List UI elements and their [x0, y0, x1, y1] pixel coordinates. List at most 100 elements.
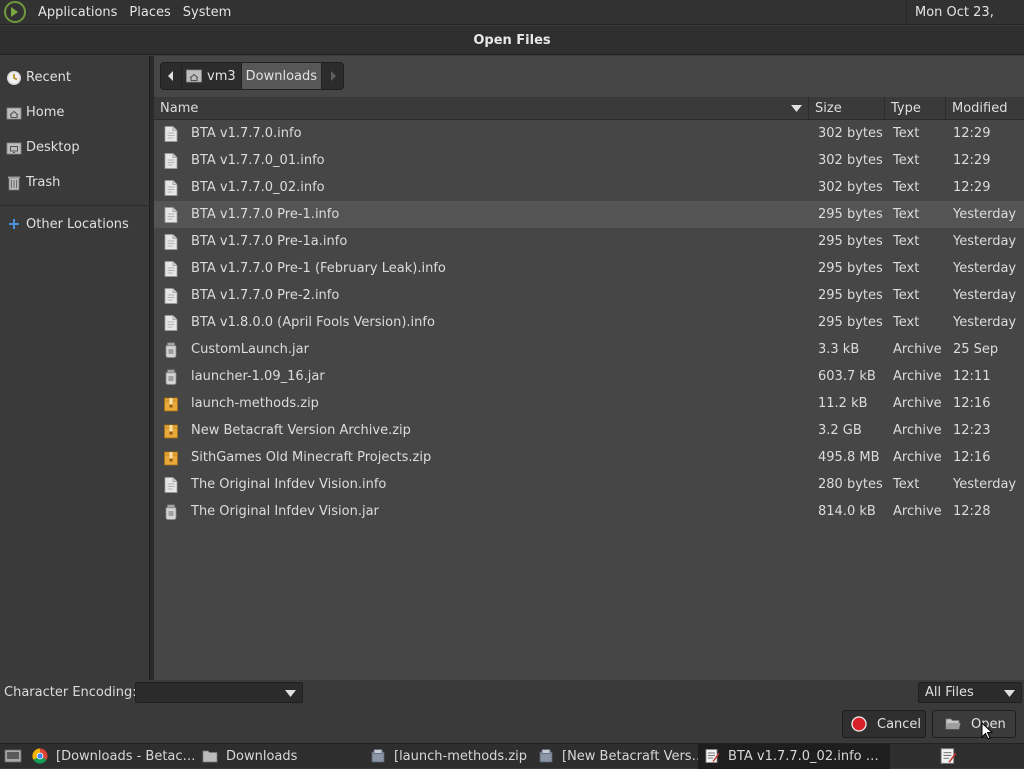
- path-segment-vm3[interactable]: vm3: [182, 62, 242, 90]
- task-item-label: [launch-methods.zip ]: [394, 748, 532, 764]
- file-name-cell: CustomLaunch.jar: [154, 341, 809, 358]
- archive-manager-icon: [539, 749, 553, 763]
- file-type: Archive: [893, 450, 942, 465]
- task-item-chrome[interactable]: [Downloads - Betac…: [26, 744, 196, 769]
- file-size: 11.2 kB: [818, 396, 868, 411]
- file-size: 302 bytes: [818, 180, 883, 195]
- file-name: BTA v1.7.7.0_02.info: [191, 180, 325, 195]
- file-name-cell: BTA v1.8.0.0 (April Fools Version).info: [154, 314, 809, 331]
- sidebar-item-other-locations[interactable]: Other Locations: [0, 209, 149, 239]
- sidebar-item-label: Home: [26, 105, 65, 120]
- file-type: Text: [893, 315, 920, 330]
- text-file-icon: [164, 260, 178, 277]
- encoding-dropdown[interactable]: [135, 682, 303, 703]
- dialog-actions: Character Encoding: All Files Cancel Ope…: [0, 680, 1024, 742]
- mate-logo-icon[interactable]: [4, 1, 26, 23]
- column-header-modified[interactable]: Modified: [946, 97, 1024, 119]
- file-row[interactable]: BTA v1.7.7.0.info 302 bytes Text 12:29: [154, 120, 1024, 147]
- file-name: The Original Infdev Vision.info: [191, 477, 387, 492]
- file-row[interactable]: BTA v1.7.7.0_02.info 302 bytes Text 12:29: [154, 174, 1024, 201]
- file-row[interactable]: BTA v1.7.7.0_01.info 302 bytes Text 12:29: [154, 147, 1024, 174]
- file-filter-dropdown[interactable]: All Files: [918, 682, 1022, 703]
- file-row[interactable]: BTA v1.7.7.0 Pre-1a.info 295 bytes Text Yes…: [154, 228, 1024, 255]
- sidebar-item-label: Recent: [26, 70, 71, 85]
- file-modified: Yesterday: [953, 261, 1017, 276]
- text-file-icon: [164, 152, 178, 169]
- file-name: BTA v1.7.7.0 Pre-2.info: [191, 288, 340, 303]
- sidebar-item-trash[interactable]: Trash: [0, 165, 149, 200]
- file-size: 302 bytes: [818, 126, 883, 141]
- task-item-editor-launcher[interactable]: [934, 744, 962, 769]
- task-item-betacraft[interactable]: [New Betacraft Vers…: [532, 744, 698, 769]
- column-headers: Name Size Type Modified: [154, 97, 1024, 120]
- chevron-down-icon: [1004, 690, 1015, 697]
- menu-system[interactable]: System: [177, 0, 237, 25]
- main-pane: vm3 Downloads Name Size Type Modified BT…: [154, 56, 1024, 680]
- file-row[interactable]: BTA v1.7.7.0 Pre-2.info 295 bytes Text Yest…: [154, 282, 1024, 309]
- folder-icon: [202, 750, 218, 763]
- file-size: 280 bytes: [818, 477, 883, 492]
- chrome-icon: [32, 748, 48, 764]
- column-header-size[interactable]: Size: [809, 97, 885, 119]
- file-name: BTA v1.7.7.0.info: [191, 126, 302, 141]
- file-name-cell: BTA v1.7.7.0 Pre-1.info: [154, 206, 809, 223]
- file-row[interactable]: The Original Infdev Vision.jar 814.0 kB Ar…: [154, 498, 1024, 525]
- file-name-cell: New Betacraft Version Archive.zip: [154, 423, 809, 439]
- file-row[interactable]: launcher-1.09_16.jar 603.7 kB Archive 12:11: [154, 363, 1024, 390]
- file-name: CustomLaunch.jar: [191, 342, 309, 357]
- show-desktop-icon: [4, 749, 22, 763]
- file-name: New Betacraft Version Archive.zip: [191, 423, 411, 438]
- cancel-button[interactable]: Cancel: [842, 710, 926, 738]
- file-row[interactable]: CustomLaunch.jar 3.3 kB Archive 25 Sep: [154, 336, 1024, 363]
- file-list: Name Size Type Modified BTA v1.7.7.0.inf…: [154, 97, 1024, 680]
- sidebar-item-desktop[interactable]: Desktop: [0, 130, 149, 165]
- jar-file-icon: [165, 503, 177, 520]
- file-row[interactable]: BTA v1.7.7.0 Pre-1.info 295 bytes Text Yest…: [154, 201, 1024, 228]
- taskbar: [Downloads - Betac… Downloads [launch-me…: [0, 743, 1024, 769]
- file-modified: Yesterday: [953, 477, 1017, 492]
- file-row[interactable]: BTA v1.7.7.0 Pre-1 (February Leak).info 2…: [154, 255, 1024, 282]
- path-segment-downloads[interactable]: Downloads: [241, 62, 323, 90]
- file-rows: BTA v1.7.7.0.info 302 bytes Text 12:29 BTA v…: [154, 120, 1024, 525]
- menu-applications[interactable]: Applications: [32, 0, 123, 25]
- file-row[interactable]: launch-methods.zip 11.2 kB Archive 12:16: [154, 390, 1024, 417]
- file-name: BTA v1.7.7.0 Pre-1.info: [191, 207, 340, 222]
- file-size: 603.7 kB: [818, 369, 876, 384]
- file-name: launch-methods.zip: [191, 396, 319, 411]
- file-type: Text: [893, 126, 920, 141]
- file-row[interactable]: New Betacraft Version Archive.zip 3.2 GB A…: [154, 417, 1024, 444]
- task-item-text-editor[interactable]: BTA v1.7.7.0_02.info …: [698, 743, 890, 769]
- file-name-cell: launcher-1.09_16.jar: [154, 368, 809, 385]
- file-row[interactable]: BTA v1.8.0.0 (April Fools Version).info 2…: [154, 309, 1024, 336]
- column-header-type[interactable]: Type: [885, 97, 946, 119]
- desktop-folder-icon: [6, 142, 22, 154]
- column-header-name[interactable]: Name: [154, 97, 809, 119]
- menu-places[interactable]: Places: [123, 0, 176, 25]
- file-size: 295 bytes: [818, 261, 883, 276]
- text-file-icon: [164, 179, 178, 196]
- show-desktop-button[interactable]: [0, 744, 26, 769]
- path-back-button[interactable]: [160, 62, 182, 90]
- encoding-label: Character Encoding:: [4, 685, 137, 700]
- task-item-launch-methods[interactable]: [launch-methods.zip ]: [364, 744, 532, 769]
- path-forward-button[interactable]: [322, 62, 345, 90]
- sidebar-item-label: Other Locations: [26, 216, 129, 232]
- clock-icon: [7, 70, 21, 85]
- clock[interactable]: Mon Oct 23, 12:30: [906, 0, 1024, 45]
- file-modified: 12:29: [953, 153, 991, 168]
- file-row[interactable]: The Original Infdev Vision.info 280 bytes…: [154, 471, 1024, 498]
- file-size: 3.2 GB: [818, 423, 862, 438]
- file-modified: Yesterday: [953, 207, 1017, 222]
- file-row[interactable]: SithGames Old Minecraft Projects.zip 495.…: [154, 444, 1024, 471]
- top-menu: Applications Places System: [0, 0, 237, 25]
- task-item-downloads[interactable]: Downloads: [196, 744, 364, 769]
- open-button[interactable]: Open: [932, 710, 1016, 738]
- sidebar-item-recent[interactable]: Recent: [0, 60, 149, 95]
- file-size: 302 bytes: [818, 153, 883, 168]
- file-type: Archive: [893, 423, 942, 438]
- sidebar-item-home[interactable]: Home: [0, 95, 149, 130]
- file-name-cell: BTA v1.7.7.0 Pre-2.info: [154, 287, 809, 304]
- text-file-icon: [164, 233, 178, 250]
- column-header-label: Name: [160, 101, 199, 116]
- home-folder-icon: [186, 69, 202, 83]
